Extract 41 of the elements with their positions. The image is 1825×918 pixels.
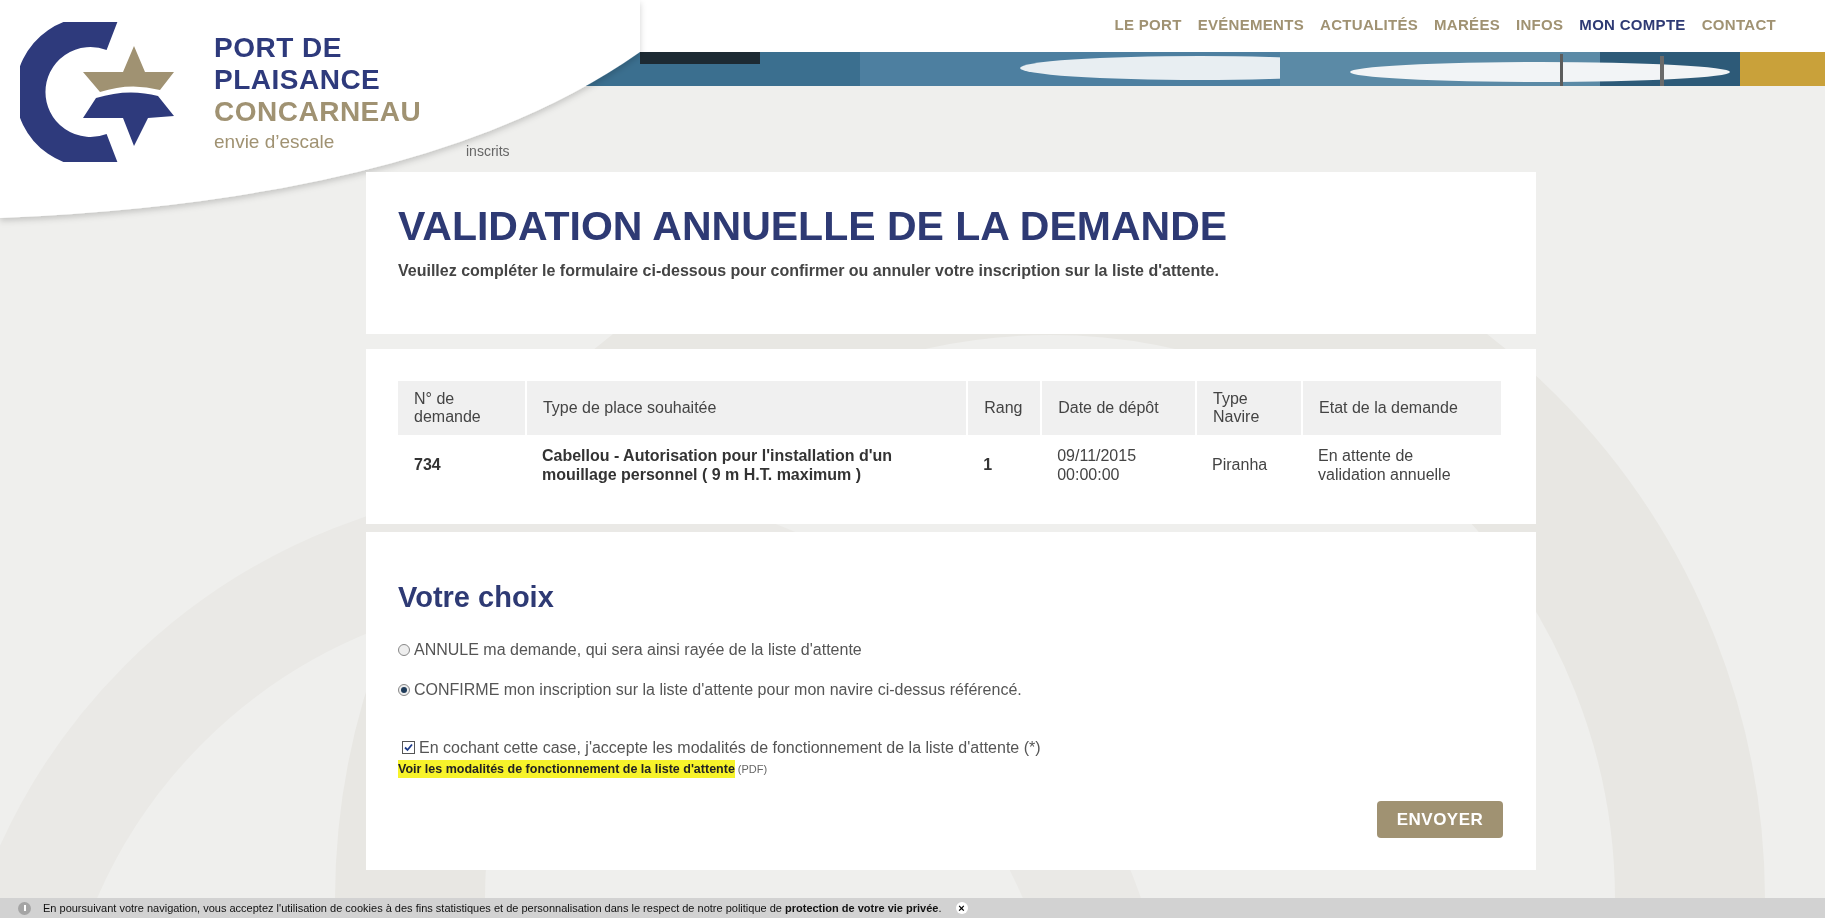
page-title: VALIDATION ANNUELLE DE LA DEMANDE [398,204,1229,250]
section-title: Votre choix [398,580,555,615]
cookie-notice: En poursuivant votre navigation, vous acceptez l'utilisation de cookies à des fins statistiques et de personnalisation dans le respect de notre politique de protection de votre vie privée. [43,900,942,916]
nav-link[interactable]: LE PORT [1114,14,1182,37]
radio-button[interactable] [398,683,410,696]
table-cell: Cabellou - Autorisation pour l'installation d'un mouillage personnel ( 9 m H.T. maximum ) [541,446,893,483]
table-cell: 09/11/2015 00:00:00 [1057,446,1137,483]
breadcrumb: inscrits [466,142,510,161]
intro-text: Veuillez compléter le formulaire ci-dessous pour confirmer ou annuler votre inscription sur la liste d'attente. [398,261,1220,282]
nav-link[interactable]: ACTUALITÉS [1320,14,1418,37]
checkbox-label: En cochant cette case, j'accepte les modalités de fonctionnement de la liste d'attente (*) [419,737,1041,758]
nav-link[interactable]: MARÉES [1434,14,1500,37]
radio-button[interactable] [398,643,410,656]
file-type-note: (PDF) [737,761,768,777]
checkbox[interactable] [402,741,415,754]
close-button[interactable]: × [955,902,968,914]
nav-link[interactable]: INFOS [1516,14,1564,37]
column-header: Date de dépôt [1058,398,1159,416]
radio-label: ANNULE ma demande, qui sera ainsi rayée de la liste d'attente [414,639,862,660]
table-cell-text: En attente de validation annuelle [1318,445,1452,485]
logo-text: PLAISANCE [214,65,382,94]
column-header: Rang [984,398,1023,416]
logo-text: PORT DE [214,33,343,62]
submit-button[interactable]: ENVOYER [1377,801,1503,838]
column-header: N° de demande [414,389,481,425]
table-cell: 734 [414,456,441,474]
nav-link[interactable]: CONTACT [1701,14,1776,37]
logo-text: CONCARNEAU [214,97,422,126]
pdf-link[interactable]: Voir les modalités de fonctionnement de la liste d'attente [398,759,735,779]
logo-tagline: envie d’escale [214,131,336,151]
radio-label: CONFIRME mon inscription sur la liste d'attente pour mon navire ci-dessus référencé. [414,679,1022,700]
column-header: Type de place souhaitée [542,398,717,416]
nav-link[interactable]: MON COMPTE [1579,14,1686,37]
table-cell: Piranha [1212,456,1268,474]
column-header: Etat de la demande [1319,398,1458,416]
logo[interactable]: PORT DE PLAISANCE CONCARNEAU envie d’escale [20,22,422,162]
table-cell: 1 [983,456,993,474]
column-header: Type Navire [1213,389,1260,425]
logo-icon [20,22,176,162]
nav-link[interactable]: EVÉNEMENTS [1197,14,1304,37]
info-icon [18,901,31,915]
